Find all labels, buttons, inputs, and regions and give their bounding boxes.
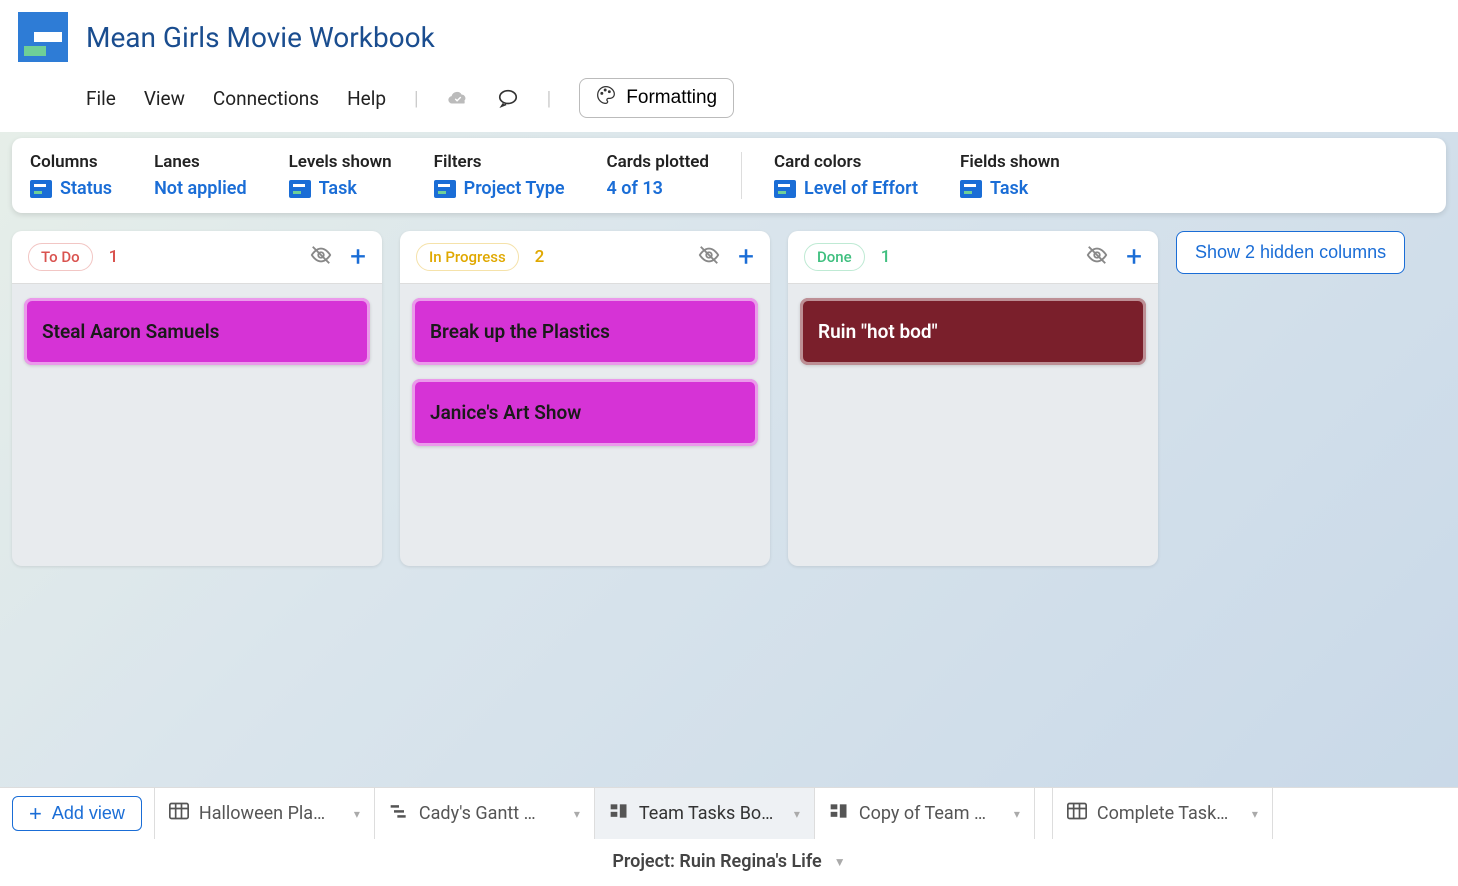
- title-row: Mean Girls Movie Workbook: [18, 12, 1440, 62]
- workbook-title[interactable]: Mean Girls Movie Workbook: [86, 21, 435, 54]
- column-count: 1: [881, 247, 891, 267]
- config-levels-label: Levels shown: [289, 152, 392, 172]
- board-column: In Progress 2 + Break up the Plastics Janice…: [400, 231, 770, 566]
- add-card-button[interactable]: +: [350, 243, 366, 271]
- hide-column-icon[interactable]: [698, 244, 720, 270]
- config-fields-shown-label: Fields shown: [960, 152, 1060, 172]
- column-body: Ruin "hot bod": [788, 284, 1158, 379]
- tab-label: Cady's Gantt …: [419, 803, 536, 824]
- menu-file[interactable]: File: [86, 87, 116, 110]
- config-card-colors-label: Card colors: [774, 152, 918, 172]
- view-tab[interactable]: Cady's Gantt … ▾: [374, 788, 594, 839]
- chevron-down-icon[interactable]: ▾: [1252, 807, 1258, 821]
- column-header: To Do 1 +: [12, 231, 382, 284]
- column-count: 1: [109, 247, 119, 267]
- chevron-down-icon[interactable]: ▾: [354, 807, 360, 821]
- column-body: Break up the Plastics Janice's Art Show: [400, 284, 770, 460]
- add-view-button[interactable]: + Add view: [12, 796, 142, 831]
- board-card[interactable]: Ruin "hot bod": [800, 298, 1146, 365]
- footer-project[interactable]: Project: Ruin Regina's Life ▼: [0, 839, 1458, 886]
- board-area: To Do 1 + Steal Aaron Samuels In Progress 2 + B…: [0, 213, 1458, 787]
- project-label: Project: Ruin Regina's Life: [612, 851, 821, 872]
- gantt-icon: [389, 802, 409, 825]
- formatting-label: Formatting: [626, 87, 717, 109]
- config-columns-label: Columns: [30, 152, 112, 172]
- chat-icon[interactable]: [497, 87, 519, 109]
- tab-label: Copy of Team …: [859, 803, 986, 824]
- config-cards-plotted-label: Cards plotted: [607, 152, 709, 172]
- sheet-icon: [774, 180, 796, 198]
- add-view-label: Add view: [52, 803, 125, 824]
- hide-column-icon[interactable]: [1086, 244, 1108, 270]
- column-title-pill[interactable]: Done: [804, 243, 865, 271]
- chevron-down-icon[interactable]: ▾: [574, 807, 580, 821]
- column-header: Done 1 +: [788, 231, 1158, 284]
- tab-spacer: [1034, 788, 1052, 839]
- tab-label: Team Tasks Bo…: [639, 803, 773, 824]
- tab-overflow[interactable]: [1272, 788, 1301, 839]
- sheet-icon: [30, 180, 52, 198]
- menu-view[interactable]: View: [144, 87, 185, 110]
- table-icon: [1067, 802, 1087, 825]
- column-title-pill[interactable]: In Progress: [416, 243, 519, 271]
- sheet-icon: [289, 180, 311, 198]
- sheet-icon: [960, 180, 982, 198]
- config-bar: Columns Status Lanes Not applied Levels …: [12, 138, 1446, 213]
- board-icon: [609, 802, 629, 825]
- add-card-button[interactable]: +: [1126, 243, 1142, 271]
- config-lanes-label: Lanes: [154, 152, 247, 172]
- config-levels[interactable]: Levels shown Task: [289, 152, 392, 199]
- menu-divider: |: [414, 87, 419, 110]
- menu-connections[interactable]: Connections: [213, 87, 319, 110]
- config-filters[interactable]: Filters Project Type: [434, 152, 565, 199]
- config-card-colors[interactable]: Card colors Level of Effort: [774, 152, 918, 199]
- table-icon: [169, 802, 189, 825]
- column-title-pill[interactable]: To Do: [28, 243, 93, 271]
- chevron-down-icon[interactable]: ▾: [794, 807, 800, 821]
- column-header: In Progress 2 +: [400, 231, 770, 284]
- board-card[interactable]: Steal Aaron Samuels: [24, 298, 370, 365]
- tab-label: Halloween Pla…: [199, 803, 325, 824]
- chevron-down-icon[interactable]: ▾: [1014, 807, 1020, 821]
- formatting-button[interactable]: Formatting: [579, 78, 734, 118]
- view-tab[interactable]: Complete Task… ▾: [1052, 788, 1272, 839]
- view-tab[interactable]: Team Tasks Bo… ▾: [594, 788, 814, 839]
- board-card[interactable]: Janice's Art Show: [412, 379, 758, 446]
- board-column: To Do 1 + Steal Aaron Samuels: [12, 231, 382, 566]
- palette-icon: [596, 85, 616, 111]
- config-fields-shown[interactable]: Fields shown Task: [960, 152, 1060, 199]
- chevron-down-icon: ▼: [834, 855, 846, 869]
- board-card[interactable]: Break up the Plastics: [412, 298, 758, 365]
- config-separator: [741, 152, 742, 199]
- view-tab[interactable]: Copy of Team … ▾: [814, 788, 1034, 839]
- add-card-button[interactable]: +: [738, 243, 754, 271]
- tab-label: Complete Task…: [1097, 803, 1228, 824]
- column-count: 2: [535, 247, 545, 267]
- hide-column-icon[interactable]: [310, 244, 332, 270]
- board-column: Done 1 + Ruin "hot bod": [788, 231, 1158, 566]
- topbar: Mean Girls Movie Workbook File View Conn…: [0, 0, 1458, 132]
- tabs-container: Halloween Pla…▾Cady's Gantt …▾Team Tasks…: [154, 788, 1458, 839]
- sheet-icon: [434, 180, 456, 198]
- config-cards-plotted[interactable]: Cards plotted 4 of 13: [607, 152, 709, 199]
- cloud-sync-icon[interactable]: [447, 87, 469, 109]
- column-body: Steal Aaron Samuels: [12, 284, 382, 379]
- plus-icon: +: [29, 801, 42, 827]
- board-icon: [829, 802, 849, 825]
- config-lanes[interactable]: Lanes Not applied: [154, 152, 247, 199]
- menu-help[interactable]: Help: [347, 87, 386, 110]
- app-logo[interactable]: [18, 12, 68, 62]
- config-columns[interactable]: Columns Status: [30, 152, 112, 199]
- show-hidden-columns-button[interactable]: Show 2 hidden columns: [1176, 231, 1405, 274]
- view-tab[interactable]: Halloween Pla… ▾: [154, 788, 374, 839]
- menu-divider-2: |: [547, 87, 552, 110]
- bottom-tabs: + Add view Halloween Pla…▾Cady's Gantt ……: [0, 787, 1458, 839]
- config-filters-label: Filters: [434, 152, 565, 172]
- menubar: File View Connections Help | | Formattin…: [18, 62, 1440, 132]
